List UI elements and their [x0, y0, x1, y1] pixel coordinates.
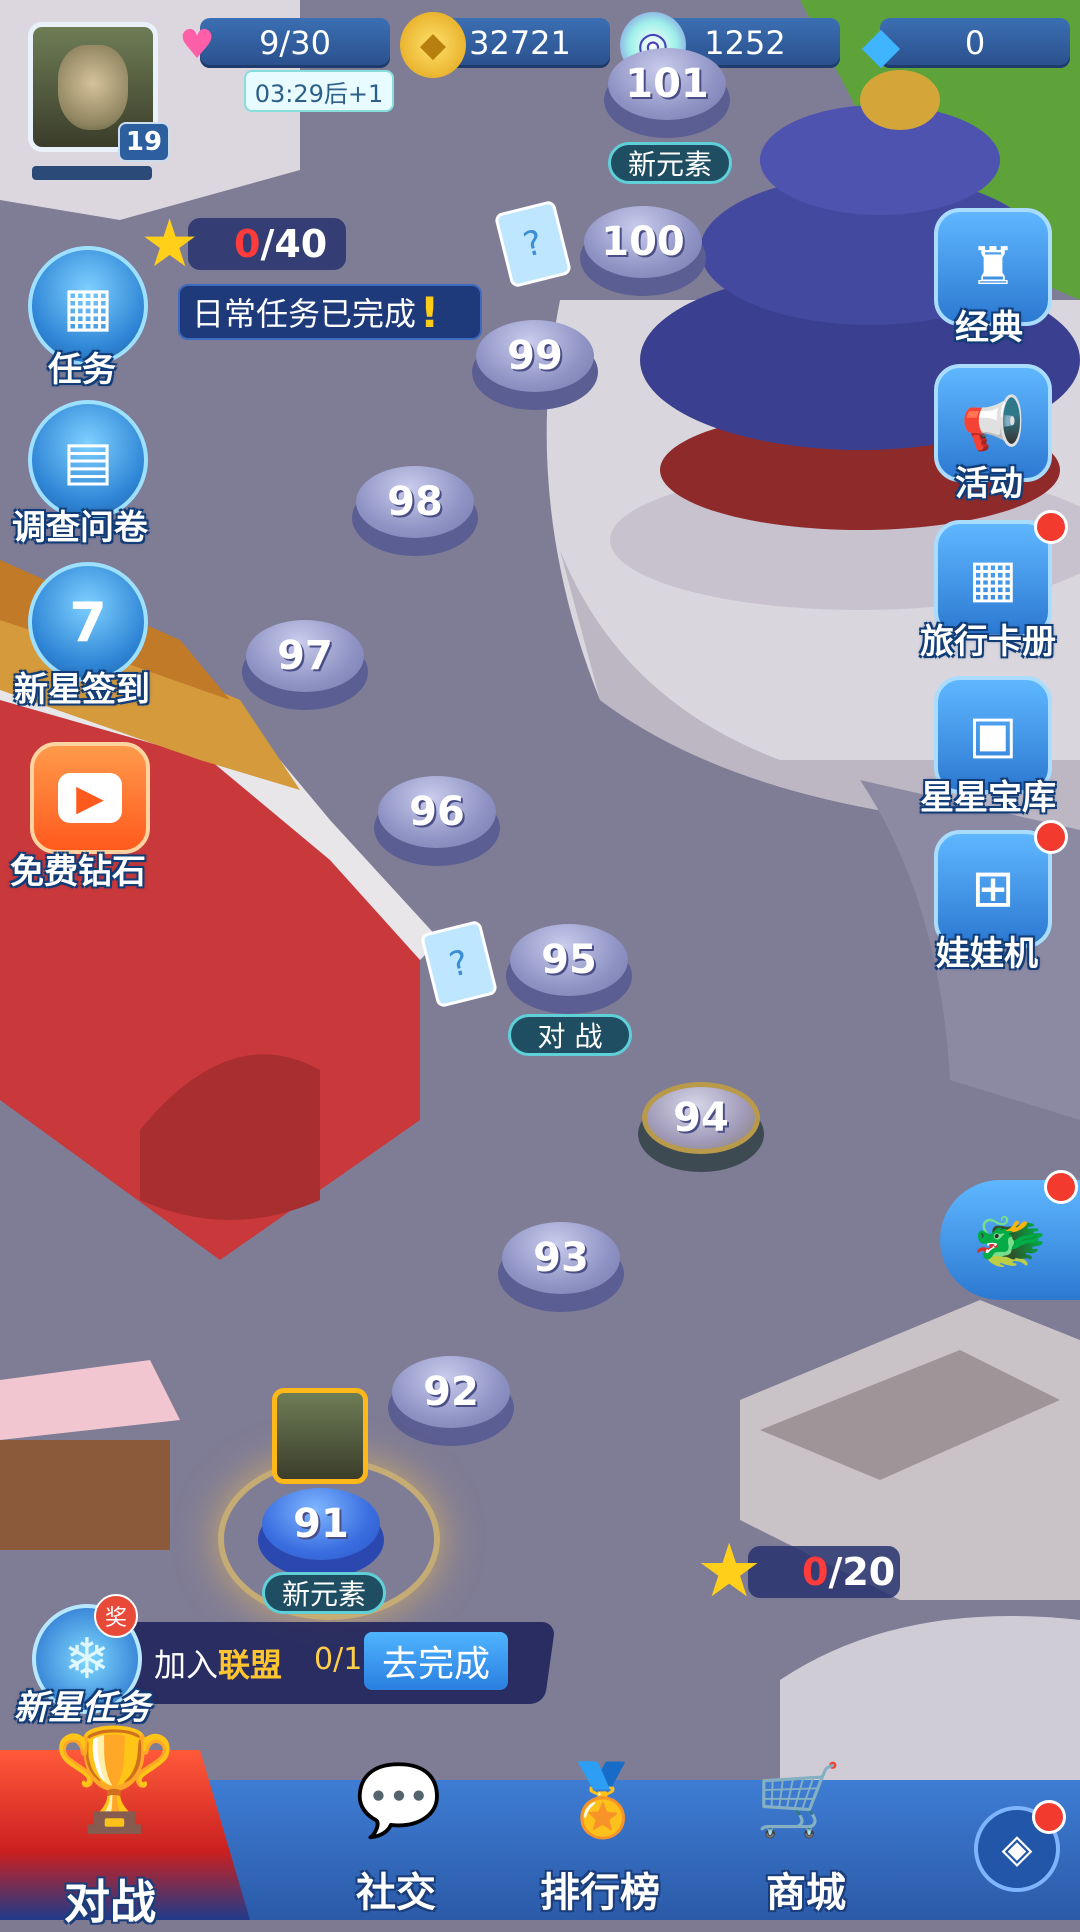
clipboard-icon: ▤: [62, 428, 114, 492]
stars-progress-bottom: 0 /20: [748, 1546, 900, 1598]
treasure-chest-icon: ▣: [968, 705, 1018, 765]
avatar-portrait: [58, 45, 128, 130]
free-diamonds-label: 免费钻石: [10, 852, 146, 892]
level-number: 92: [392, 1356, 510, 1428]
player-level-badge: 19: [118, 122, 170, 162]
level-node-93[interactable]: 93: [498, 1222, 624, 1312]
level-tag-battle: 对 战: [508, 1014, 632, 1056]
tasks-label: 任务: [48, 350, 116, 390]
heart-timer: 03:29后+1: [244, 70, 394, 112]
castle-icon: ♜: [969, 237, 1017, 297]
stars-top-current: 0: [234, 222, 261, 266]
star-icon: ★: [696, 1528, 763, 1614]
level-node-91[interactable]: 91: [258, 1488, 384, 1578]
level-number: 96: [378, 776, 496, 848]
daily-tasks-tooltip: 日常任务已完成 !: [178, 284, 482, 340]
tab-shop[interactable]: 商城: [766, 1860, 846, 1918]
level-node-95[interactable]: 95: [506, 924, 632, 1014]
podium-icon: 🏅: [559, 1758, 647, 1841]
newstar-task-progress: 0/1: [314, 1642, 363, 1677]
level-number: 91: [262, 1488, 380, 1560]
survey-label: 调查问卷: [12, 508, 148, 548]
calendar-icon: ▦: [62, 274, 114, 338]
level-number: 94: [642, 1082, 760, 1154]
level-number: 93: [502, 1222, 620, 1294]
classic-label: 经典: [955, 308, 1023, 348]
level-number: 99: [476, 320, 594, 392]
level-node-96[interactable]: 96: [374, 776, 500, 866]
task-text-prefix: 加入: [154, 1646, 219, 1684]
daily-tooltip-text: 日常任务已完成: [192, 295, 417, 333]
level-node-101[interactable]: 101: [604, 48, 730, 138]
stars-progress-top: 0 /40: [188, 218, 346, 270]
star-vault-label: 星星宝库: [920, 778, 1056, 818]
card-album-icon: ▦: [968, 549, 1018, 609]
signin-label: 新星签到: [14, 670, 150, 710]
claw-machine-label: 娃娃机: [936, 934, 1038, 974]
tab-social[interactable]: 社交: [356, 1860, 436, 1918]
chat-icon: 💬: [355, 1758, 443, 1841]
activity-label: 活动: [955, 464, 1023, 504]
current-player-marker: [272, 1388, 368, 1484]
tv-play-icon: ▶: [58, 773, 122, 823]
megaphone-icon: 📢: [960, 393, 1026, 454]
level-number: 100: [584, 206, 702, 278]
star-icon: ★: [140, 205, 200, 282]
signin-calendar-icon: 7: [69, 590, 107, 654]
free-diamonds-button[interactable]: ▶: [30, 742, 150, 854]
level-node-92[interactable]: 92: [388, 1356, 514, 1446]
level-number: 98: [356, 466, 474, 538]
tab-ranking[interactable]: 排行榜: [540, 1860, 660, 1918]
reward-badge: 奖: [94, 1594, 138, 1638]
level-number: 97: [246, 620, 364, 692]
level-node-99[interactable]: 99: [472, 320, 598, 410]
exclamation-icon: !: [420, 287, 440, 337]
tab-battle[interactable]: 对战: [64, 1866, 156, 1932]
heart-icon: ♥: [179, 22, 215, 68]
stars-top-total: /40: [260, 222, 328, 266]
travel-cards-notification-dot: [1034, 510, 1068, 544]
level-node-98[interactable]: 98: [352, 466, 478, 556]
task-text-highlight: 联盟: [218, 1646, 283, 1684]
menu-notification-dot: [1032, 1800, 1066, 1834]
travel-cards-label: 旅行卡册: [920, 622, 1056, 662]
level-number: 95: [510, 924, 628, 996]
xp-bar: [32, 166, 152, 180]
go-complete-button[interactable]: 去完成: [364, 1632, 508, 1690]
stars-bottom-current: 0: [802, 1550, 829, 1594]
level-number: 101: [608, 48, 726, 120]
mascot-icon: 🐲: [972, 1205, 1048, 1276]
diamond-icon: ◆: [861, 16, 901, 74]
level-tag-new-element: 新元素: [608, 142, 732, 184]
stars-bottom-total: /20: [828, 1550, 896, 1594]
level-node-97[interactable]: 97: [242, 620, 368, 710]
claw-machine-icon: ⊞: [971, 859, 1015, 919]
newstar-task-text: 加入联盟: [154, 1640, 282, 1686]
claw-machine-notification-dot: [1034, 820, 1068, 854]
level-node-100[interactable]: 100: [580, 206, 706, 296]
mascot-notification-dot: [1044, 1170, 1078, 1204]
shop-cart-icon: 🛒: [755, 1758, 843, 1841]
coin-icon: ◆: [400, 12, 466, 78]
level-node-94[interactable]: 94: [638, 1082, 764, 1172]
diamond-menu-icon: ◈: [1001, 1826, 1033, 1872]
level-tag-new-element: 新元素: [262, 1572, 386, 1614]
trophy-icon: 🏆: [52, 1721, 178, 1838]
